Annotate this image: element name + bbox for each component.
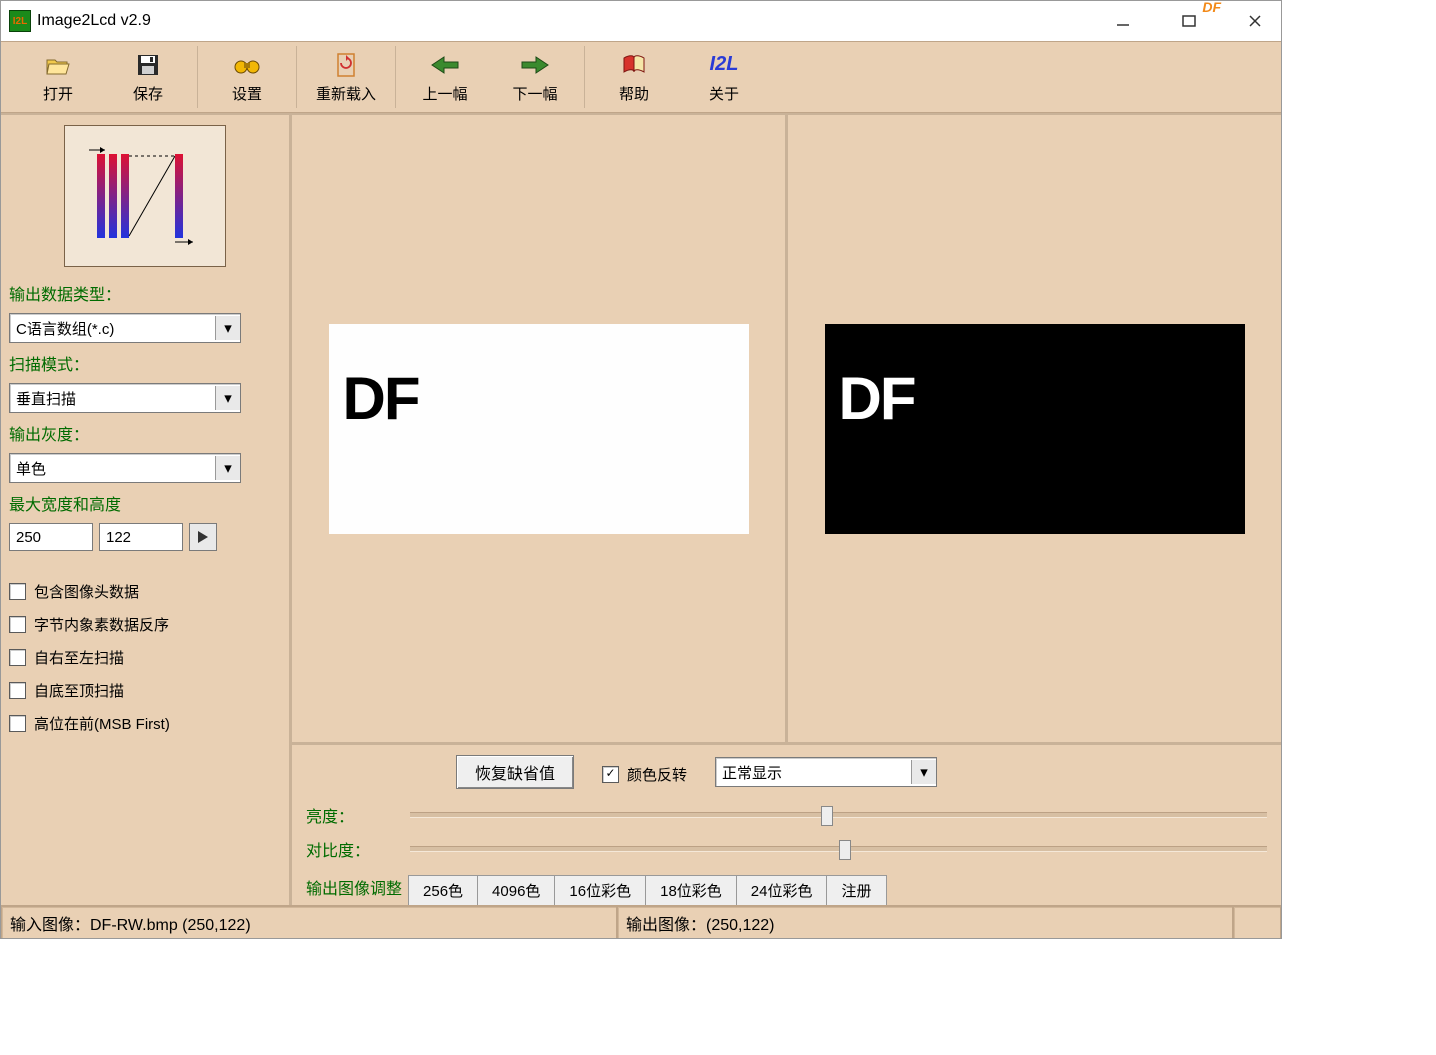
chk-msb-row[interactable]: 高位在前(MSB First) xyxy=(9,713,281,734)
open-button[interactable]: 打开 xyxy=(13,46,103,108)
checkbox-icon xyxy=(9,715,26,732)
next-button[interactable]: 下一幅 xyxy=(490,46,580,108)
restore-default-button[interactable]: 恢复缺省值 xyxy=(456,755,574,789)
close-button[interactable] xyxy=(1237,7,1273,35)
scan-mode-select[interactable]: 垂直扫描 ▾ xyxy=(9,383,241,413)
tab-2[interactable]: 16位彩色 xyxy=(554,875,646,905)
width-input[interactable] xyxy=(9,523,93,551)
binoculars-icon xyxy=(233,51,261,79)
chk-btt-row[interactable]: 自底至顶扫描 xyxy=(9,680,281,701)
input-preview: DF xyxy=(292,115,788,742)
arrow-right-icon xyxy=(520,51,550,79)
chevron-down-icon: ▾ xyxy=(215,386,240,410)
floppy-icon xyxy=(136,51,160,79)
brightness-label: 亮度： xyxy=(306,803,396,827)
titlebar: I2L Image2Lcd v2.9 xyxy=(1,1,1281,41)
app-icon: I2L xyxy=(9,10,31,32)
tabs-lead-label: 输出图像调整 xyxy=(306,871,408,905)
checkbox-icon xyxy=(9,682,26,699)
brightness-slider[interactable] xyxy=(410,812,1267,818)
display-mode-select[interactable]: 正常显示 ▾ xyxy=(715,757,937,787)
output-type-select[interactable]: C语言数组(*.c) ▾ xyxy=(9,313,241,343)
output-controls: 恢复缺省值 颜色反转 正常显示 ▾ 亮度： 对比度： 输出图像调整 xyxy=(292,742,1281,905)
toolbar: 打开 保存 设置 重新载入 上一幅 xyxy=(1,41,1281,113)
status-grip xyxy=(1233,906,1281,938)
about-button[interactable]: I2L 关于 xyxy=(679,46,769,108)
scan-diagram xyxy=(64,125,226,267)
window-title: Image2Lcd v2.9 xyxy=(37,12,151,30)
settings-button[interactable]: 设置 xyxy=(202,46,292,108)
chevron-down-icon: ▾ xyxy=(911,760,936,784)
gray-select[interactable]: 单色 ▾ xyxy=(9,453,241,483)
height-input[interactable] xyxy=(99,523,183,551)
slider-thumb[interactable] xyxy=(839,840,851,860)
status-input: 输入图像：DF-RW.bmp (250,122) xyxy=(1,906,617,938)
minimize-button[interactable] xyxy=(1105,7,1141,35)
prev-button[interactable]: 上一幅 xyxy=(400,46,490,108)
gray-label: 输出灰度： xyxy=(9,421,281,445)
statusbar: 输入图像：DF-RW.bmp (250,122) 输出图像：(250,122) xyxy=(1,905,1281,938)
scan-mode-label: 扫描模式： xyxy=(9,351,281,375)
checkbox-checked-icon xyxy=(602,766,619,783)
reload-button[interactable]: 重新载入 xyxy=(301,46,391,108)
checkbox-icon xyxy=(9,616,26,633)
sidebar: 输出数据类型： C语言数组(*.c) ▾ 扫描模式： 垂直扫描 ▾ 输出灰度： … xyxy=(1,113,292,905)
slider-thumb[interactable] xyxy=(821,806,833,826)
folder-open-icon xyxy=(45,51,71,79)
status-output: 输出图像：(250,122) xyxy=(617,906,1233,938)
tab-4[interactable]: 24位彩色 xyxy=(736,875,828,905)
chk-header-row[interactable]: 包含图像头数据 xyxy=(9,581,281,602)
book-icon xyxy=(621,51,647,79)
reload-icon xyxy=(335,51,357,79)
tab-5[interactable]: 注册 xyxy=(826,875,886,905)
contrast-label: 对比度： xyxy=(306,837,396,861)
chk-reverse-row[interactable]: 字节内象素数据反序 xyxy=(9,614,281,635)
checkbox-icon xyxy=(9,649,26,666)
checkbox-icon xyxy=(9,583,26,600)
i2l-logo-icon: I2L xyxy=(710,51,739,79)
output-preview: DF xyxy=(788,115,1281,742)
chevron-down-icon: ▾ xyxy=(215,456,240,480)
arrow-left-icon xyxy=(430,51,460,79)
invert-color-checkbox[interactable]: 颜色反转 xyxy=(602,764,687,785)
maxwh-label: 最大宽度和高度 xyxy=(9,491,281,515)
apply-size-button[interactable] xyxy=(189,523,217,551)
tab-0[interactable]: 256色 xyxy=(408,875,478,905)
contrast-slider[interactable] xyxy=(410,846,1267,852)
tab-1[interactable]: 4096色 xyxy=(477,875,555,905)
chevron-down-icon: ▾ xyxy=(215,316,240,340)
chk-rtl-row[interactable]: 自右至左扫描 xyxy=(9,647,281,668)
help-button[interactable]: 帮助 xyxy=(589,46,679,108)
output-type-label: 输出数据类型： xyxy=(9,281,281,305)
tab-3[interactable]: 18位彩色 xyxy=(645,875,737,905)
df-watermark: DF xyxy=(1202,0,1221,15)
save-button[interactable]: 保存 xyxy=(103,46,193,108)
